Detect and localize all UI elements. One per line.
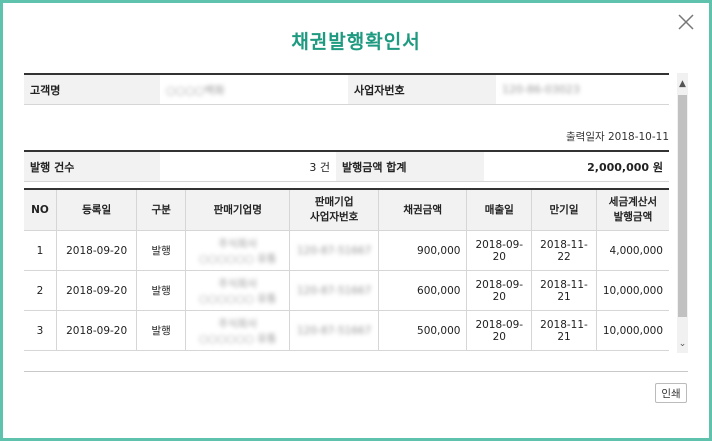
bizno-label: 사업자번호 <box>348 74 496 105</box>
row-type: 발행 <box>136 230 186 271</box>
row-company-bizno: 120-87-51667 <box>289 270 379 311</box>
col-no: NO <box>24 189 57 231</box>
col-tax-amount: 세금계산서 발행금액 <box>596 189 669 231</box>
row-sale-date: 2018-09-20 <box>466 270 533 311</box>
table-header-row: NO 등록일 구분 판매기업명 판매기업 사업자번호 채권금액 매출일 만기일 … <box>24 189 669 231</box>
row-company: 주식회사 ○○○○○○ 유통 <box>185 230 291 271</box>
chevron-up-icon[interactable]: ▲ <box>677 77 688 91</box>
row-sale-date: 2018-09-20 <box>466 230 533 271</box>
summary-table: 발행 건수 3 건 발행금액 합계 2,000,000 원 <box>24 150 669 182</box>
row-bond-amount: 600,000 <box>378 270 468 311</box>
footer-divider <box>24 371 688 372</box>
row-reg-date: 2018-09-20 <box>56 310 138 351</box>
row-sale-date: 2018-09-20 <box>466 310 533 351</box>
scrollbar-thumb[interactable] <box>678 95 687 317</box>
row-company: 주식회사 ○○○○○○ 유통 <box>185 270 291 311</box>
col-company: 판매기업명 <box>185 189 291 231</box>
issue-amount-label: 발행금액 합계 <box>336 151 484 182</box>
issue-count-value: 3 건 <box>160 151 336 182</box>
close-icon[interactable] <box>677 13 695 31</box>
row-type: 발행 <box>136 310 186 351</box>
col-bond-amount: 채권금액 <box>378 189 468 231</box>
row-tax-amount: 4,000,000 <box>596 230 669 271</box>
customer-name-value: ○○○○백화 <box>160 74 348 105</box>
issue-amount-value: 2,000,000 원 <box>484 151 669 182</box>
customer-name-label: 고객명 <box>24 74 160 105</box>
content-scroll-area[interactable]: 고객명 ○○○○백화 사업자번호 120-86-03023 출력일자 2018-… <box>24 73 688 353</box>
row-no: 2 <box>24 270 57 311</box>
row-due-date: 2018-11-22 <box>531 230 597 271</box>
dialog-title: 채권발행확인서 <box>291 31 421 53</box>
row-company: 주식회사 ○○○○○○ 유통 <box>185 310 291 351</box>
vertical-scrollbar[interactable]: ▲ ⌄ <box>677 73 688 353</box>
row-tax-amount: 10,000,000 <box>596 270 669 311</box>
bond-list-table: NO 등록일 구분 판매기업명 판매기업 사업자번호 채권금액 매출일 만기일 … <box>24 188 669 351</box>
col-reg-date: 등록일 <box>56 189 138 231</box>
row-reg-date: 2018-09-20 <box>56 270 138 311</box>
table-row: 1 2018-09-20 발행 주식회사 ○○○○○○ 유통 120-87-51… <box>24 230 669 271</box>
customer-info-table: 고객명 ○○○○백화 사업자번호 120-86-03023 <box>24 73 669 105</box>
row-bond-amount: 900,000 <box>378 230 468 271</box>
issue-count-label: 발행 건수 <box>24 151 160 182</box>
table-row: 2 2018-09-20 발행 주식회사 ○○○○○○ 유통 120-87-51… <box>24 270 669 311</box>
col-type: 구분 <box>136 189 186 231</box>
row-no: 3 <box>24 310 57 351</box>
bizno-value: 120-86-03023 <box>496 74 669 105</box>
col-company-bizno: 판매기업 사업자번호 <box>289 189 379 231</box>
row-company-bizno: 120-87-51667 <box>289 230 379 271</box>
chevron-down-icon[interactable]: ⌄ <box>677 337 688 351</box>
row-due-date: 2018-11-21 <box>531 310 597 351</box>
row-no: 1 <box>24 230 57 271</box>
table-row: 3 2018-09-20 발행 주식회사 ○○○○○○ 유통 120-87-51… <box>24 310 669 351</box>
print-date: 출력일자 2018-10-11 <box>566 131 669 143</box>
row-due-date: 2018-11-21 <box>531 270 597 311</box>
row-reg-date: 2018-09-20 <box>56 230 138 271</box>
print-button[interactable]: 인쇄 <box>655 383 687 403</box>
row-tax-amount: 10,000,000 <box>596 310 669 351</box>
row-company-bizno: 120-87-51667 <box>289 310 379 351</box>
row-bond-amount: 500,000 <box>378 310 468 351</box>
row-type: 발행 <box>136 270 186 311</box>
col-sale-date: 매출일 <box>466 189 533 231</box>
col-due-date: 만기일 <box>531 189 597 231</box>
